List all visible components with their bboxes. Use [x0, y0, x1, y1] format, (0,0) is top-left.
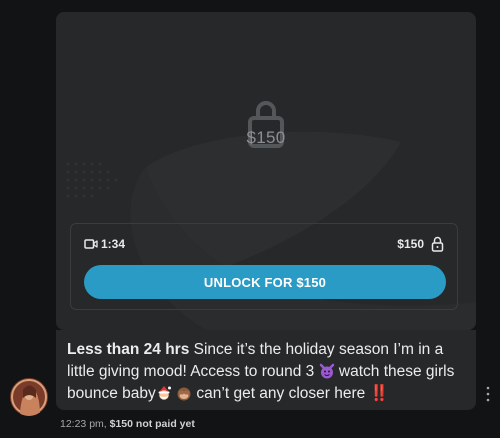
more-vertical-icon[interactable] — [486, 386, 490, 402]
santa-emoji — [158, 386, 171, 400]
lock-icon — [431, 236, 444, 252]
unlock-panel-box: 1:34 $150 UNLOCK FOR $150 — [70, 223, 458, 310]
avatar-image — [10, 378, 48, 416]
message-text: Less than 24 hrs Since it’s the holiday … — [67, 339, 467, 405]
see-no-evil-monkey-emoji — [177, 387, 191, 401]
payment-status: $150 not paid yet — [109, 418, 195, 430]
avatar[interactable] — [10, 378, 48, 416]
locked-price: $150 — [246, 128, 286, 147]
media-meta-row: 1:34 $150 — [84, 235, 446, 255]
message-time: 12:23 pm, — [60, 418, 107, 430]
video-duration: 1:34 — [101, 237, 126, 251]
unlock-button[interactable]: UNLOCK FOR $150 — [84, 265, 446, 299]
message-bold-lead: Less than 24 hrs — [67, 341, 190, 358]
price-label: $150 — [397, 237, 424, 251]
unlock-panel: 1:34 $150 UNLOCK FOR $150 — [84, 235, 446, 299]
smiling-devil-emoji — [319, 363, 334, 379]
video-camera-icon — [84, 239, 98, 249]
message-text-part3: can’t get any closer here ‼️ — [192, 385, 389, 402]
message-footer: 12:23 pm, $150 not paid yet — [60, 418, 195, 430]
message-bubble: Less than 24 hrs Since it’s the holiday … — [56, 330, 476, 410]
